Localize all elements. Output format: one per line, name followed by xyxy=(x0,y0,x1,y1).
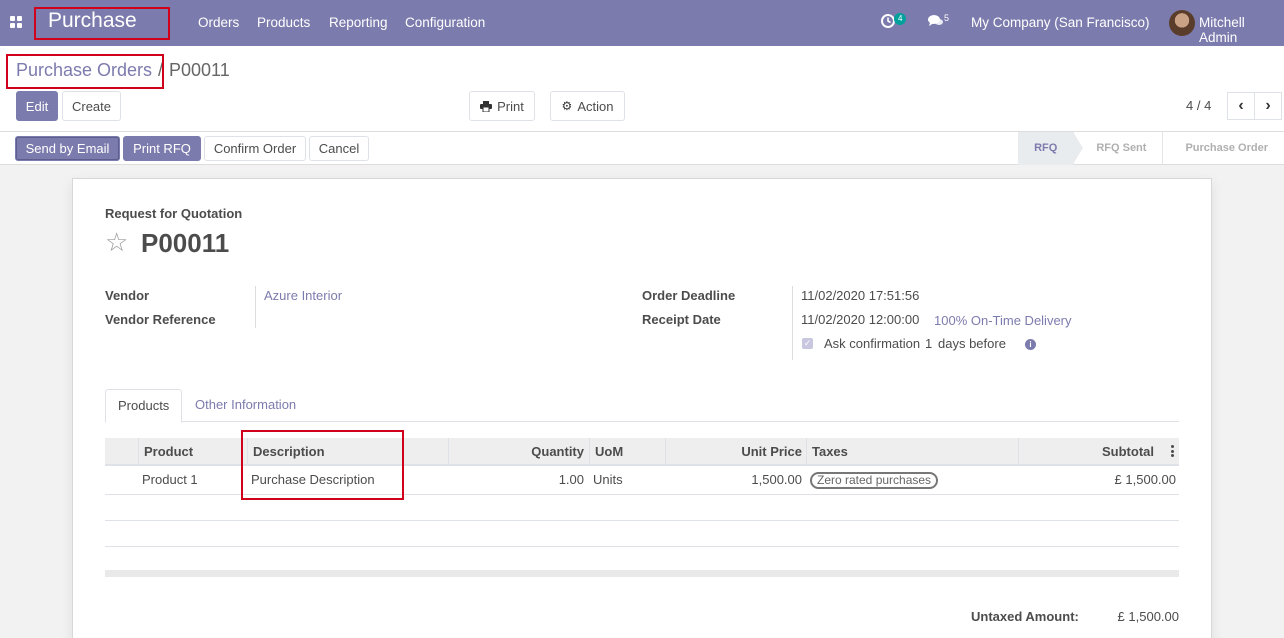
document-type: Request for Quotation xyxy=(105,206,243,221)
messages-icon[interactable] xyxy=(928,14,944,31)
optional-columns-icon[interactable] xyxy=(1171,445,1174,459)
user-avatar[interactable] xyxy=(1169,10,1195,36)
order-deadline-label: Order Deadline xyxy=(642,288,736,303)
action-button[interactable]: ⚙ Action xyxy=(550,91,625,121)
column-quantity[interactable]: Quantity xyxy=(448,438,589,466)
reminder-days-field[interactable]: 1 xyxy=(925,336,932,351)
print-button[interactable]: Print xyxy=(469,91,535,121)
cell-quantity[interactable]: 1.00 xyxy=(448,466,589,494)
star-icon[interactable]: ☆ xyxy=(105,227,128,257)
activity-clock-icon[interactable] xyxy=(881,14,895,31)
send-by-email-button[interactable]: Send by Email xyxy=(15,136,120,161)
table-footer xyxy=(105,570,1179,577)
column-subtotal[interactable]: Subtotal xyxy=(1018,438,1159,466)
field-divider xyxy=(792,286,793,360)
tax-tag[interactable]: Zero rated purchases xyxy=(810,472,939,489)
grid-icon[interactable] xyxy=(10,16,23,29)
untaxed-amount-label: Untaxed Amount: xyxy=(971,609,1079,624)
vendor-field[interactable]: Azure Interior xyxy=(264,288,342,303)
chevron-right-icon: › xyxy=(1265,97,1271,114)
company-switcher[interactable]: My Company (San Francisco) xyxy=(971,15,1150,30)
print-label: Print xyxy=(497,98,524,114)
receipt-date-label: Receipt Date xyxy=(642,312,721,327)
printer-icon xyxy=(480,100,493,112)
ask-confirmation-checkbox[interactable]: ✓ xyxy=(802,338,813,349)
menu-orders[interactable]: Orders xyxy=(198,15,239,30)
activity-count-badge: 4 xyxy=(894,13,907,25)
vendor-reference-field[interactable] xyxy=(264,312,564,328)
confirm-order-button[interactable]: Confirm Order xyxy=(204,136,306,161)
status-bar: Send by Email Print RFQ Confirm Order Ca… xyxy=(0,132,1284,165)
order-deadline-field[interactable]: 11/02/2020 17:51:56 xyxy=(801,288,919,303)
pager-value[interactable]: 4 / 4 xyxy=(1186,98,1211,113)
pager-next-button[interactable]: › xyxy=(1254,92,1282,120)
brand-highlight-box xyxy=(34,7,170,40)
menu-configuration[interactable]: Configuration xyxy=(405,15,485,30)
on-time-delivery-link[interactable]: 100% On-Time Delivery xyxy=(934,313,1072,328)
receipt-date-field[interactable]: 11/02/2020 12:00:00 xyxy=(801,312,919,327)
action-label: Action xyxy=(577,98,614,114)
tab-products[interactable]: Products xyxy=(105,389,183,423)
column-product[interactable]: Product xyxy=(138,438,242,466)
cell-unit-price[interactable]: 1,500.00 xyxy=(665,466,807,494)
order-name: P00011 xyxy=(141,228,230,258)
form-sheet: Request for Quotation ☆ P00011 Vendor Az… xyxy=(72,178,1212,638)
description-highlight-box xyxy=(241,430,404,500)
column-taxes[interactable]: Taxes xyxy=(806,438,1019,466)
breadcrumb-highlight-box xyxy=(6,54,164,89)
row-divider xyxy=(105,546,1179,547)
stage-pipeline: RFQ RFQ Sent Purchase Order xyxy=(1018,132,1284,165)
pager-previous-button[interactable]: ‹ xyxy=(1227,92,1255,120)
messages-count-badge: 5 xyxy=(944,13,950,23)
edit-button[interactable]: Edit xyxy=(16,91,58,121)
print-rfq-button[interactable]: Print RFQ xyxy=(123,136,201,161)
row-divider xyxy=(105,520,1179,521)
column-uom[interactable]: UoM xyxy=(589,438,666,466)
stage-rfq: RFQ xyxy=(1018,132,1084,165)
ask-confirmation-label: Ask confirmation xyxy=(824,336,921,351)
vendor-label: Vendor xyxy=(105,288,150,303)
cell-taxes[interactable]: Zero rated purchases xyxy=(805,466,1018,494)
cancel-button[interactable]: Cancel xyxy=(309,136,369,161)
column-unit-price[interactable]: Unit Price xyxy=(665,438,807,466)
create-button[interactable]: Create xyxy=(62,91,121,121)
menu-reporting[interactable]: Reporting xyxy=(329,15,388,30)
stage-rfq-sent[interactable]: RFQ Sent xyxy=(1073,132,1162,165)
menu-products[interactable]: Products xyxy=(257,15,310,30)
gear-icon: ⚙ xyxy=(561,99,573,113)
cell-uom[interactable]: Units xyxy=(588,466,665,494)
untaxed-amount-value: £ 1,500.00 xyxy=(1117,609,1179,624)
vendor-reference-label: Vendor Reference xyxy=(105,312,216,327)
top-navbar: Purchase Orders Products Reporting Confi… xyxy=(0,0,1284,46)
breadcrumb-current: P00011 xyxy=(169,60,230,80)
chevron-left-icon: ‹ xyxy=(1238,97,1244,114)
stage-purchase-order[interactable]: Purchase Order xyxy=(1162,132,1284,165)
control-panel: Purchase Orders / P00011 Edit Create Pri… xyxy=(0,46,1284,132)
cell-subtotal: £ 1,500.00 xyxy=(1114,472,1176,487)
field-divider xyxy=(255,286,256,328)
info-icon[interactable]: i xyxy=(1025,339,1036,350)
days-before-label: days before xyxy=(938,336,1006,351)
cell-product[interactable]: Product 1 xyxy=(137,466,241,494)
tab-other-information[interactable]: Other Information xyxy=(183,389,308,422)
user-menu[interactable]: Mitchell Admin xyxy=(1199,15,1284,45)
notebook-tabs: Products Other Information xyxy=(105,389,1179,423)
